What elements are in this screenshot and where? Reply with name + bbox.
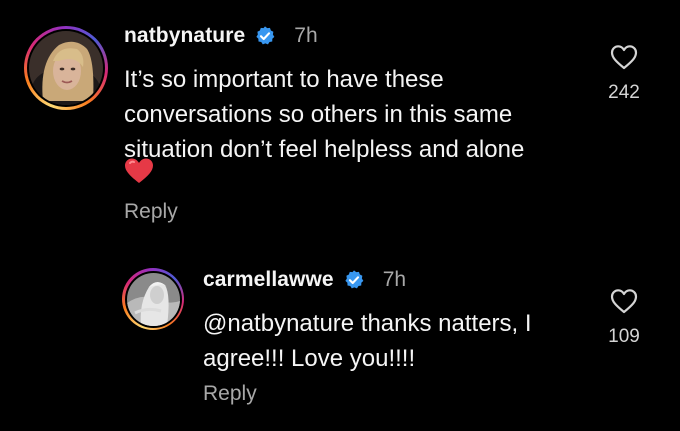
comment-text: It’s so important to have these conversa… [124,66,525,163]
avatar-photo [29,31,103,105]
timestamp: 7h [382,268,407,291]
like-count: 242 [608,82,640,103]
avatar-photo [126,272,180,326]
reply-button[interactable]: Reply [203,382,257,406]
like-count: 109 [608,326,640,347]
verified-badge-icon [343,269,365,291]
avatar[interactable] [24,26,108,110]
timestamp: 7h [294,24,318,47]
verified-badge-icon [254,25,276,47]
comment-natbynature: natbynature 7h It’s so important to have… [0,0,680,240]
heart-outline-icon [594,288,654,314]
like-button[interactable]: 242 [594,44,654,104]
like-button[interactable]: 109 [594,288,654,348]
red-heart-emoji-icon [124,157,156,187]
avatar[interactable] [122,268,184,330]
username[interactable]: carmellawwe [203,268,334,292]
comment-carmellawwe: carmellawwe 7h @natbynature thanks natte… [0,250,680,431]
username[interactable]: natbynature [124,24,245,48]
reply-button[interactable]: Reply [124,200,178,224]
comment-text: @natbynature thanks natters, I agree!!! … [203,310,532,372]
heart-outline-icon [594,44,654,70]
